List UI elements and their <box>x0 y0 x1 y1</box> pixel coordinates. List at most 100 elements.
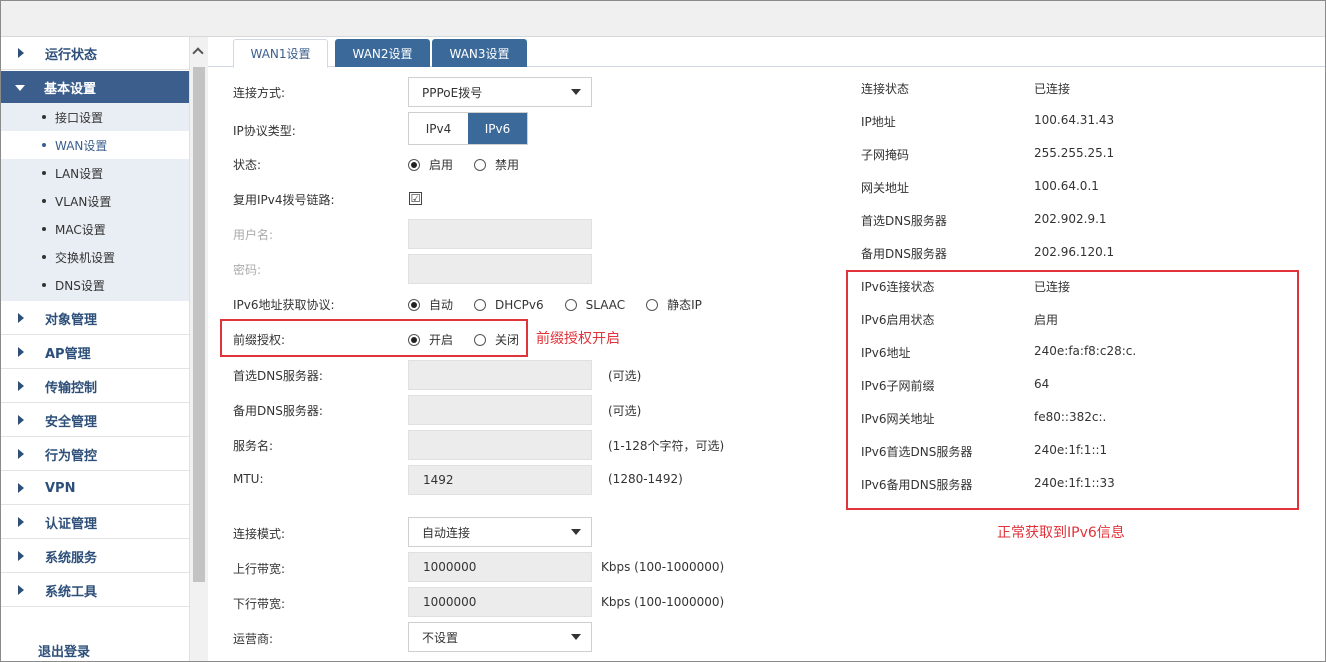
caret-down-icon <box>571 529 581 535</box>
nav-item-basic-settings[interactable]: 基本设置 <box>1 71 189 104</box>
sub-item-interface[interactable]: 接口设置 <box>1 103 189 131</box>
chevron-right-icon <box>18 48 24 58</box>
nav-item-system-services[interactable]: 系统服务 <box>1 540 189 573</box>
chevron-down-icon <box>15 84 25 91</box>
connection-mode-select[interactable]: 自动连接 <box>408 517 592 547</box>
scrollbar-thumb[interactable] <box>193 67 205 582</box>
status-label-ipv6-enable: IPv6启用状态 <box>861 313 935 327</box>
download-bandwidth-input[interactable]: 1000000 <box>408 587 592 617</box>
sub-item-label: 接口设置 <box>55 110 104 125</box>
chevron-right-icon <box>18 585 24 595</box>
status-value-mask: 255.255.25.1 <box>1034 146 1115 160</box>
secondary-dns-label: 备用DNS服务器: <box>233 404 323 418</box>
bullet-icon <box>42 283 46 287</box>
secondary-dns-input[interactable] <box>408 395 592 425</box>
status-label-gateway: 网关地址 <box>861 181 910 195</box>
status-label-mask: 子网掩码 <box>861 148 910 162</box>
nav-item-transfer-control[interactable]: 传输控制 <box>1 370 189 403</box>
upload-bandwidth-input[interactable]: 1000000 <box>408 552 592 582</box>
mtu-input[interactable]: 1492 <box>408 465 592 495</box>
ipv6-slaac-option[interactable]: SLAAC <box>564 298 625 312</box>
tab-wan3[interactable]: WAN3设置 <box>432 39 527 67</box>
status-label-ipv6-conn: IPv6连接状态 <box>861 280 935 294</box>
service-name-input[interactable] <box>408 430 592 460</box>
sub-item-label: WAN设置 <box>55 138 108 153</box>
password-input[interactable] <box>408 254 592 284</box>
status-label-primary-dns: 首选DNS服务器 <box>861 214 947 228</box>
select-value: PPPoE拨号 <box>422 85 483 100</box>
radio-checked-icon[interactable] <box>408 298 420 311</box>
radio-unchecked-icon[interactable] <box>474 158 487 171</box>
nav-label: AP管理 <box>45 346 91 362</box>
nav-item-vpn[interactable]: VPN <box>1 472 189 505</box>
service-name-hint: (1-128个字符，可选) <box>608 439 725 453</box>
ipv6-proto-label: IPv6地址获取协议: <box>233 298 335 312</box>
status-disable-option[interactable]: 禁用 <box>474 156 519 173</box>
status-value-primary-dns: 202.902.9.1 <box>1034 212 1107 226</box>
sub-item-label: 交换机设置 <box>55 250 116 265</box>
sidebar-scrollbar[interactable] <box>189 37 208 661</box>
tab-wan1[interactable]: WAN1设置 <box>233 39 328 68</box>
chevron-right-icon <box>18 551 24 561</box>
nav-item-system-tools[interactable]: 系统工具 <box>1 574 189 607</box>
upload-bandwidth-hint: Kbps (100-1000000) <box>601 560 725 574</box>
status-radio-group: 启用 禁用 <box>408 156 540 173</box>
ipv6-static-option[interactable]: 静态IP <box>646 296 702 313</box>
radio-checked-icon[interactable] <box>408 158 420 171</box>
logout-link[interactable]: 退出登录 <box>38 641 90 660</box>
option-label: DHCPv6 <box>495 297 544 312</box>
password-label: 密码: <box>233 263 262 277</box>
bullet-icon <box>42 227 46 231</box>
nav-label: 安全管理 <box>45 414 98 430</box>
ipv6-auto-option[interactable]: 自动 <box>408 296 453 313</box>
nav-item-security[interactable]: 安全管理 <box>1 404 189 437</box>
wan-tabs: WAN1设置 WAN2设置 WAN3设置 <box>208 37 1325 68</box>
sub-item-vlan[interactable]: VLAN设置 <box>1 187 189 215</box>
ipv6-dhcpv6-option[interactable]: DHCPv6 <box>474 298 544 312</box>
reuse-ipv4-checkbox[interactable]: ☑ <box>409 192 422 205</box>
nav-item-run-status[interactable]: 运行状态 <box>1 37 189 70</box>
sub-item-wan[interactable]: WAN设置 <box>1 131 189 159</box>
ipv6-proto-radio-group: 自动 DHCPv6 SLAAC 静态IP <box>408 296 723 313</box>
nav-item-object-mgmt[interactable]: 对象管理 <box>1 302 189 335</box>
status-label: 状态: <box>233 158 262 172</box>
status-value-ipv6-gateway: fe80::382c:. <box>1034 410 1107 424</box>
tab-wan2[interactable]: WAN2设置 <box>335 39 430 67</box>
username-label: 用户名: <box>233 228 274 242</box>
status-enable-option[interactable]: 启用 <box>408 156 453 173</box>
download-bandwidth-label: 下行带宽: <box>233 597 286 611</box>
chevron-right-icon <box>18 347 24 357</box>
ipv6-annotation: 正常获取到IPv6信息 <box>997 525 1125 541</box>
sub-item-mac[interactable]: MAC设置 <box>1 215 189 243</box>
bullet-icon <box>42 255 46 259</box>
nav-item-ap-mgmt[interactable]: AP管理 <box>1 336 189 369</box>
isp-select[interactable]: 不设置 <box>408 622 592 652</box>
sub-item-label: DNS设置 <box>55 278 105 293</box>
primary-dns-input[interactable] <box>408 360 592 390</box>
wan-settings-form: 连接方式: PPPoE拨号 IP协议类型: IPv4 IPv6 状态: 启用 禁… <box>208 68 1325 661</box>
nav-item-behavior[interactable]: 行为管控 <box>1 438 189 471</box>
select-value: 自动连接 <box>422 525 471 540</box>
status-label-ipv6-primary-dns: IPv6首选DNS服务器 <box>861 445 973 459</box>
connection-type-select[interactable]: PPPoE拨号 <box>408 77 592 107</box>
sub-item-switch[interactable]: 交换机设置 <box>1 243 189 271</box>
radio-unchecked-icon[interactable] <box>474 298 487 311</box>
chevron-right-icon <box>18 313 24 323</box>
sub-item-dns[interactable]: DNS设置 <box>1 271 189 299</box>
sub-item-lan[interactable]: LAN设置 <box>1 159 189 187</box>
ipv4-option[interactable]: IPv4 <box>409 113 468 144</box>
radio-unchecked-icon[interactable] <box>646 298 659 311</box>
chevron-up-icon[interactable] <box>192 47 204 59</box>
radio-unchecked-icon[interactable] <box>564 298 577 311</box>
caret-down-icon <box>571 634 581 640</box>
ip-protocol-toggle: IPv4 IPv6 <box>408 112 528 145</box>
option-label: 自动 <box>429 298 454 312</box>
nav-label: 对象管理 <box>45 312 98 328</box>
ipv6-option[interactable]: IPv6 <box>468 113 527 144</box>
nav-item-auth[interactable]: 认证管理 <box>1 506 189 539</box>
username-input[interactable] <box>408 219 592 249</box>
status-value-ipv6-secondary-dns: 240e:1f:1::33 <box>1034 476 1115 490</box>
prefix-highlight-box <box>220 319 528 357</box>
nav-label: 运行状态 <box>45 47 98 63</box>
primary-dns-hint: (可选) <box>608 369 642 383</box>
